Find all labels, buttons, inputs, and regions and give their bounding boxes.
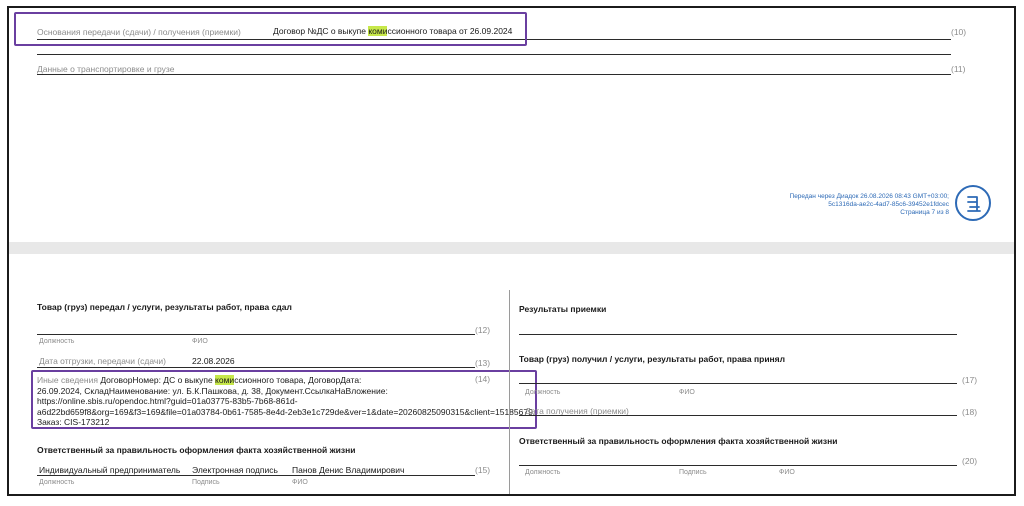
- stamp-line-1: Передан через Диадок 26.08.2026 08:43 GM…: [789, 193, 949, 200]
- responsible-underline-right: [519, 465, 957, 466]
- responsible-signature: Электронная подпись: [192, 465, 278, 475]
- responsible-underline-left: [37, 475, 475, 476]
- field-number-13: (13): [475, 358, 491, 368]
- transport-label: Данные о транспортировке и грузе: [37, 64, 175, 74]
- received-heading: Товар (груз) получил / услуги, результат…: [519, 354, 786, 364]
- transport-underline: [37, 74, 951, 75]
- responsible-position: Индивидуальный предприниматель: [39, 465, 181, 475]
- ship-date-value: 22.08.2026: [192, 356, 235, 366]
- field-number-15: (15): [475, 465, 491, 475]
- caption-sign-right: Подпись: [679, 469, 707, 476]
- acceptance-results-heading: Результаты приемки: [519, 304, 607, 314]
- received-underline: [519, 383, 957, 384]
- responsible-heading-left: Ответственный за правильность оформления…: [37, 445, 356, 455]
- ship-date-underline: [37, 367, 475, 368]
- responsible-heading-right: Ответственный за правильность оформления…: [519, 436, 838, 446]
- stamp-line-3: Страница 7 из 8: [900, 209, 949, 216]
- transferred-heading: Товар (груз) передал / услуги, результат…: [37, 302, 292, 312]
- caption-sign: Подпись: [192, 479, 220, 486]
- page-break: [9, 242, 1014, 254]
- caption-fio: ФИО: [192, 338, 208, 345]
- field-number-11: (11): [951, 64, 966, 74]
- diadoc-logo-icon: [955, 185, 991, 221]
- highlight-box-basis: [14, 12, 527, 46]
- caption-position-2: Должность: [39, 479, 75, 486]
- caption-position-right-2: Должность: [525, 469, 561, 476]
- field-number-18: (18): [962, 407, 978, 417]
- field-number-12: (12): [475, 325, 491, 335]
- receive-date-underline: [519, 415, 957, 416]
- stamp-line-2: 5c1316da-ae2c-4ad7-85c6-39452e1fdcec: [828, 201, 949, 208]
- caption-position: Должность: [39, 338, 75, 345]
- document-viewer: Основания передачи (сдачи) / получения (…: [7, 6, 1016, 496]
- ship-date-label: Дата отгрузки, передачи (сдачи): [39, 356, 166, 366]
- separator-line: [37, 54, 951, 55]
- caption-fio-right: ФИО: [679, 389, 695, 396]
- transferred-underline: [37, 334, 475, 335]
- responsible-fio: Панов Денис Владимирович: [292, 465, 405, 475]
- highlight-box-other-info: [31, 370, 537, 429]
- field-number-20: (20): [962, 456, 978, 466]
- caption-fio-2: ФИО: [292, 479, 308, 486]
- acceptance-results-underline: [519, 334, 957, 335]
- caption-fio-right-2: ФИО: [779, 469, 795, 476]
- field-number-10: (10): [951, 27, 967, 37]
- field-number-17: (17): [962, 375, 978, 385]
- caption-position-right: Должность: [525, 389, 561, 396]
- edo-stamp: Передан через Диадок 26.08.2026 08:43 GM…: [709, 193, 949, 217]
- column-divider: [509, 290, 510, 494]
